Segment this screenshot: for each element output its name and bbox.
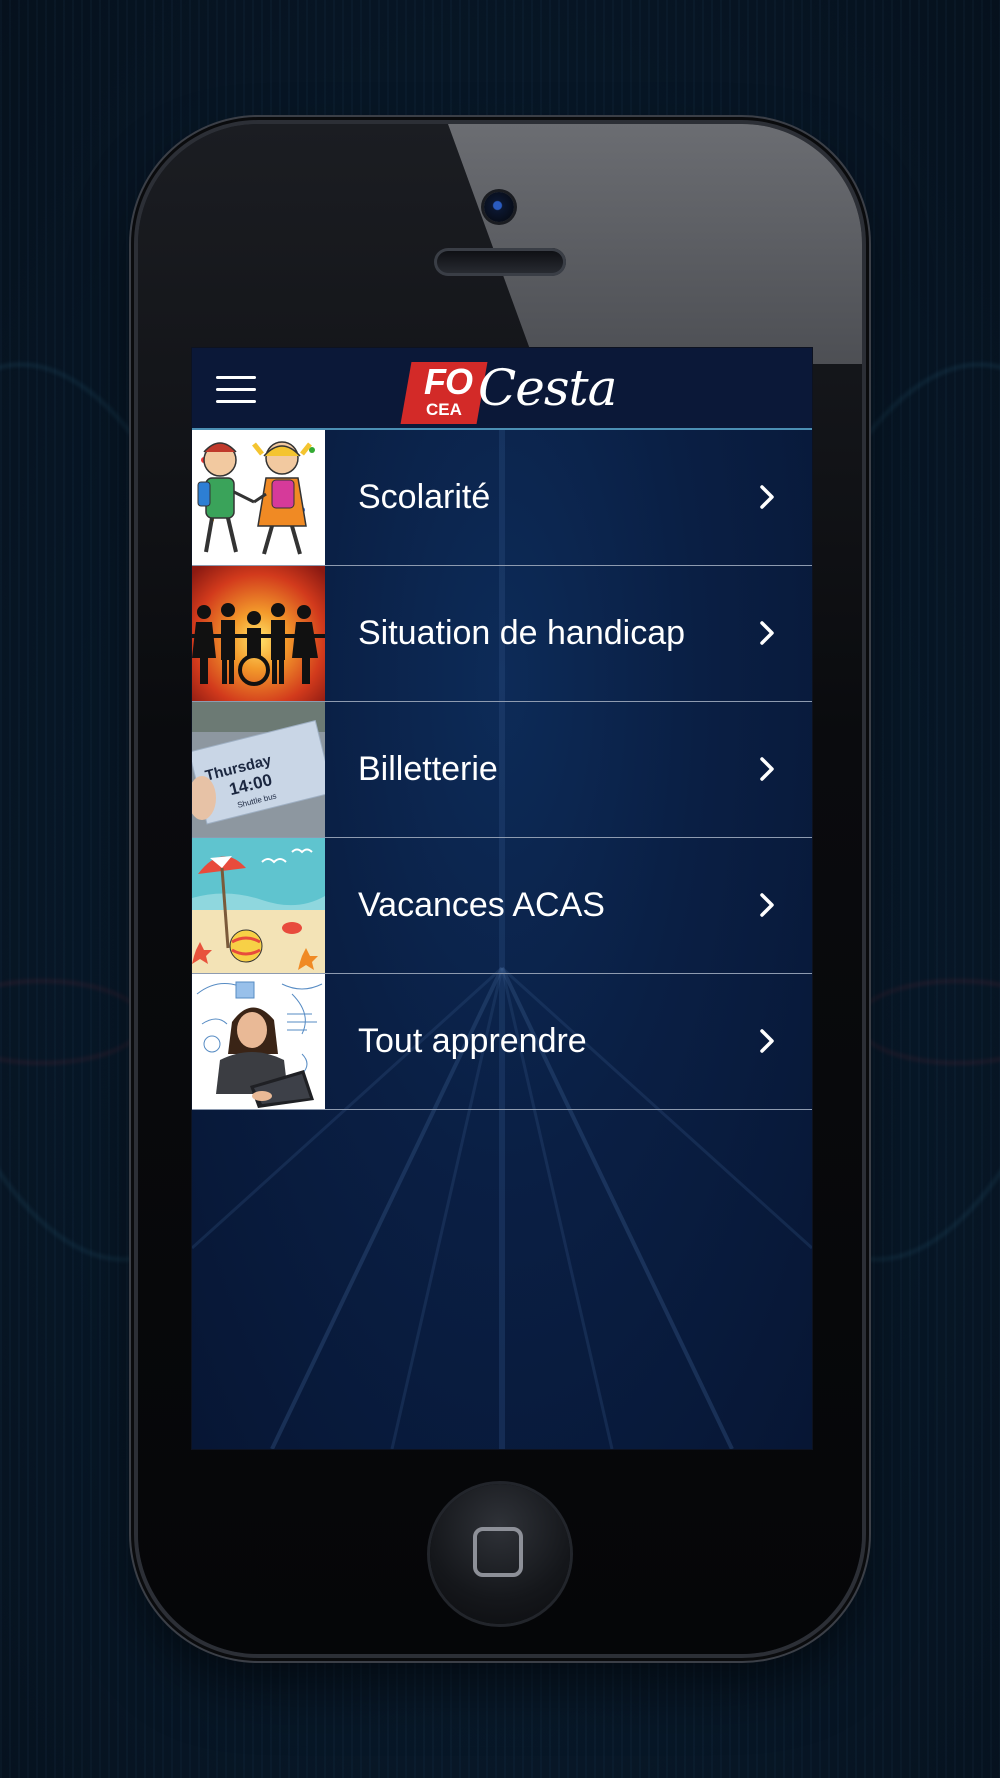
app-header: FO CEA Cesta — [192, 348, 812, 430]
menu-item-label: Vacances ACAS — [358, 886, 605, 924]
menu-item-situation-handicap[interactable]: Situation de handicap — [192, 566, 812, 702]
logo-badge-text: FO — [424, 361, 473, 402]
thumbnail-beach — [192, 838, 325, 973]
logo-script-text: Cesta — [478, 359, 617, 417]
front-camera — [484, 192, 514, 222]
menu-item-label: Billetterie — [358, 750, 498, 788]
menu-item-label: Scolarité — [358, 478, 491, 516]
home-button[interactable] — [430, 1484, 570, 1624]
menu-list: Scolarité Situation de handicap Thursday… — [192, 430, 812, 1110]
thumbnail-ticket: Thursday 14:00 Shuttle bus — [192, 702, 325, 837]
chevron-right-icon — [760, 893, 774, 917]
app-logo: FO CEA Cesta — [400, 359, 617, 424]
thumbnail-girl-laptop — [192, 974, 325, 1109]
chevron-right-icon — [760, 621, 774, 645]
menu-item-label: Situation de handicap — [358, 614, 686, 652]
chevron-right-icon — [760, 485, 774, 509]
home-button-icon — [473, 1527, 523, 1577]
chevron-right-icon — [760, 1029, 774, 1053]
phone-glare — [448, 124, 862, 364]
thumbnail-silhouettes — [192, 566, 325, 701]
menu-item-billetterie[interactable]: Thursday 14:00 Shuttle bus Billetterie — [192, 702, 812, 838]
menu-item-vacances-acas[interactable]: Vacances ACAS — [192, 838, 812, 974]
logo-badge-subtext: CEA — [426, 400, 462, 419]
menu-item-label: Tout apprendre — [358, 1022, 587, 1060]
chevron-right-icon — [760, 757, 774, 781]
menu-item-scolarite[interactable]: Scolarité — [192, 430, 812, 566]
app-screen: FO CEA Cesta Scolarité Situation de hand… — [191, 347, 813, 1450]
menu-item-tout-apprendre[interactable]: Tout apprendre — [192, 974, 812, 1110]
earpiece-speaker — [434, 248, 566, 276]
hamburger-menu-icon[interactable] — [216, 376, 256, 404]
thumbnail-children — [192, 430, 325, 565]
